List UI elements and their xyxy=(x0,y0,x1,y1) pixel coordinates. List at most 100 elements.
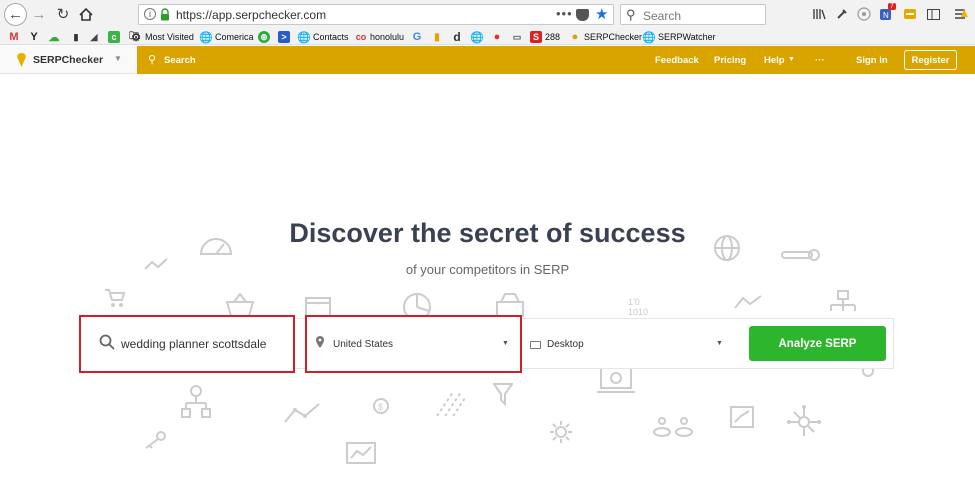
extension-circle-icon[interactable] xyxy=(856,6,872,22)
red-person-icon: ● xyxy=(493,31,501,43)
bookmark-evernote[interactable]: ▮ xyxy=(70,30,85,44)
bookmark-d[interactable]: d xyxy=(451,30,466,44)
laptop-money-icon xyxy=(597,367,635,393)
brand-name: SERPChecker xyxy=(33,54,104,66)
svg-text:$: $ xyxy=(378,402,383,412)
bookmark-tag[interactable]: ◢ xyxy=(88,30,103,44)
bookmark-green-app[interactable]: c xyxy=(108,30,123,44)
search-placeholder: Search xyxy=(643,9,682,23)
url-text: https://app.serpchecker.com xyxy=(176,8,327,22)
arrow-left-icon: ← xyxy=(8,6,23,23)
device-select[interactable]: Desktop ▼ xyxy=(524,320,732,368)
bookmarks-bar: M Y ☁ ▮ ◢ c 🗀 ⚙ Most Visited 🌐 Comerica ⊕ … xyxy=(0,29,975,45)
bookmark-blue-arrow[interactable]: > xyxy=(278,30,293,44)
reload-icon: ↻ xyxy=(56,6,70,23)
globe-icon: 🌐 xyxy=(199,31,213,44)
network-icon xyxy=(787,405,821,436)
chevron-down-icon: ▼ xyxy=(788,56,795,63)
flowchart-icon xyxy=(181,385,211,418)
page-actions-icon[interactable]: ••• xyxy=(556,6,573,21)
header-search-label: Search xyxy=(164,55,196,66)
keyword-value: wedding planner scottsdale xyxy=(121,337,267,351)
bookmark-analytics[interactable]: ▮ xyxy=(431,30,446,44)
feedback-link[interactable]: Feedback xyxy=(655,55,699,66)
back-button[interactable]: ← xyxy=(4,3,27,26)
bookmark-serpwatcher[interactable]: 🌐 SERPWatcher xyxy=(642,30,716,44)
bookmark-honolulu[interactable]: co honolulu xyxy=(355,30,404,44)
gear-icon: ⚙ xyxy=(131,31,141,44)
coin-icon: $ xyxy=(373,398,389,414)
pocket-icon[interactable] xyxy=(576,9,589,21)
location-pin-icon xyxy=(316,336,324,348)
register-button[interactable]: Register xyxy=(904,50,957,70)
search-icon: ⚲ xyxy=(148,54,157,66)
bookmark-label: 288 xyxy=(545,32,561,42)
globe-icon: 🌐 xyxy=(297,31,311,44)
bookmark-label: honolulu xyxy=(370,32,405,42)
bookmark-yahoo[interactable]: Y xyxy=(28,30,43,44)
menu-icon[interactable] xyxy=(953,6,969,22)
bookmark-label: Contacts xyxy=(313,32,349,42)
hero-subtitle: of your competitors in SERP xyxy=(405,262,570,277)
bookmark-red-person[interactable]: ● xyxy=(491,30,506,44)
chart-card-icon xyxy=(346,442,376,464)
reload-button[interactable]: ↻ xyxy=(54,4,72,24)
eyedropper-icon[interactable] xyxy=(834,6,850,22)
bookmark-label: Comerica xyxy=(215,32,254,42)
chevron-down-icon: ▼ xyxy=(502,340,509,347)
evernote-icon: ▮ xyxy=(73,31,79,42)
location-select[interactable]: United States ▼ xyxy=(305,315,522,373)
device-value: Desktop xyxy=(547,339,584,350)
brand-switcher[interactable]: SERPChecker ▼ xyxy=(0,46,137,74)
bookmark-label: SERPChecker xyxy=(584,32,643,42)
bookmark-serpchecker[interactable]: ● SERPChecker xyxy=(569,30,642,44)
forward-button[interactable]: → xyxy=(30,4,48,24)
extension-badge-icon[interactable]: N 7 xyxy=(879,3,896,22)
location-value: United States xyxy=(333,339,394,350)
bookmark-contacts[interactable]: 🌐 Contacts xyxy=(297,30,349,44)
folder-icon: ▭ xyxy=(512,31,522,42)
pricing-link[interactable]: Pricing xyxy=(714,55,746,66)
home-button[interactable] xyxy=(77,4,95,24)
blue-arrow-icon: > xyxy=(278,31,290,43)
cloud-icon: ☁ xyxy=(48,31,60,44)
browser-search-input[interactable]: ⚲ Search xyxy=(620,4,766,25)
bookmark-288[interactable]: S 288 xyxy=(530,30,560,44)
analytics-icon: ▮ xyxy=(434,31,440,43)
extension-yellow-icon[interactable] xyxy=(902,6,918,22)
bookmark-green-circle[interactable]: ⊕ xyxy=(258,30,273,44)
bookmark-folder-2[interactable]: ▭ xyxy=(511,30,526,44)
sun-icon xyxy=(550,421,572,443)
chevron-down-icon: ▼ xyxy=(716,340,723,347)
header-search-button[interactable]: ⚲ Search xyxy=(137,46,257,74)
sidebar-icon[interactable] xyxy=(925,6,941,22)
bookmark-comerica[interactable]: 🌐 Comerica xyxy=(199,30,254,44)
browser-window-icon xyxy=(305,297,331,317)
bookmark-gmail[interactable]: M xyxy=(8,30,23,44)
bookmark-star-icon[interactable]: ★ xyxy=(595,5,608,23)
help-menu[interactable]: Help xyxy=(764,55,785,66)
sign-in-link[interactable]: Sign in xyxy=(856,55,888,66)
analyze-serp-button[interactable]: Analyze SERP xyxy=(749,326,886,361)
more-menu[interactable]: ··· xyxy=(815,55,825,66)
svg-text:N: N xyxy=(883,11,889,20)
podium-icon xyxy=(653,417,693,437)
bookmark-label: Most Visited xyxy=(145,32,194,42)
sitemap-icon xyxy=(830,290,856,311)
app-header: SERPChecker ▼ ⚲ Search Feedback Pricing … xyxy=(0,46,975,74)
search-icon xyxy=(99,334,115,350)
address-bar[interactable]: i https://app.serpchecker.com ••• ★ xyxy=(138,4,614,25)
bookmark-most-visited[interactable]: ⚙ Most Visited xyxy=(130,30,194,44)
line-chart-icon xyxy=(284,403,320,423)
co-icon: co xyxy=(355,32,367,42)
growth-chart-icon xyxy=(730,406,754,428)
search-icon: ⚲ xyxy=(626,7,636,22)
globe-icon: 🌐 xyxy=(470,31,484,44)
info-icon[interactable]: i xyxy=(144,8,156,20)
library-icon[interactable] xyxy=(812,6,828,22)
bookmark-google[interactable]: G xyxy=(411,30,426,44)
arrow-right-icon: → xyxy=(31,5,47,23)
bookmark-cloud[interactable]: ☁ xyxy=(48,30,63,44)
bookmark-globe[interactable]: 🌐 xyxy=(470,30,486,44)
keyword-input[interactable]: wedding planner scottsdale xyxy=(79,315,295,373)
